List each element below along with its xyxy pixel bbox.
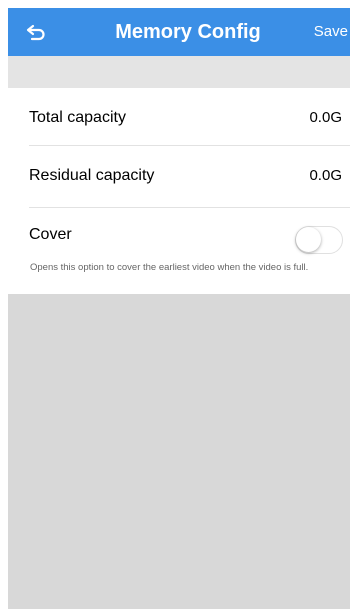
cover-description: Opens this option to cover the earliest … — [30, 262, 309, 273]
cover-label: Cover — [29, 226, 72, 243]
save-button[interactable]: Save — [314, 8, 348, 56]
residual-capacity-value: 0.0G — [309, 167, 342, 184]
navigation-bar: Memory Config Save — [8, 8, 350, 56]
total-capacity-row: Total capacity 0.0G — [8, 89, 350, 146]
empty-area — [8, 294, 350, 609]
total-capacity-value: 0.0G — [309, 109, 342, 126]
row-divider — [29, 145, 350, 146]
back-button[interactable] — [22, 18, 50, 46]
residual-capacity-label: Residual capacity — [29, 167, 155, 184]
section-separator — [8, 56, 350, 88]
row-divider — [29, 207, 350, 208]
settings-list: Total capacity 0.0G Residual capacity 0.… — [8, 88, 350, 294]
total-capacity-label: Total capacity — [29, 109, 126, 126]
residual-capacity-row: Residual capacity 0.0G — [8, 147, 350, 204]
memory-config-screen: Memory Config Save Total capacity 0.0G R… — [0, 0, 350, 609]
cover-toggle[interactable] — [295, 226, 343, 254]
page-title: Memory Config — [115, 21, 261, 43]
back-arrow-icon — [26, 24, 45, 41]
toggle-knob — [296, 227, 321, 252]
